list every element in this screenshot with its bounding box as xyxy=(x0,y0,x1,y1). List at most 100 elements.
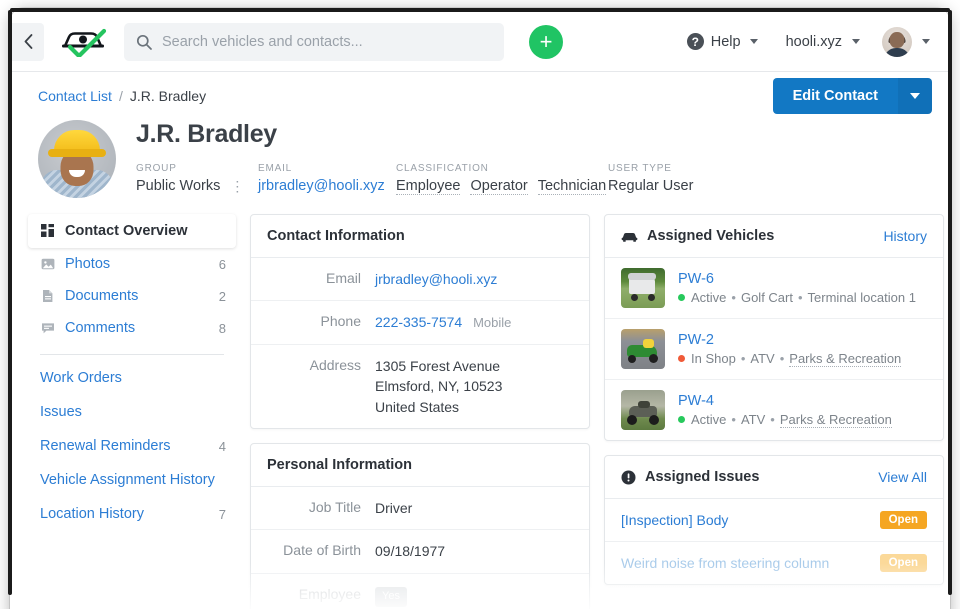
sidebar-label-issues: Issues xyxy=(40,404,82,420)
phone-link[interactable]: 222-335-7574 xyxy=(375,314,462,330)
row-label-date-of-birth: Date of Birth xyxy=(283,542,361,559)
breadcrumb-separator: / xyxy=(118,88,123,104)
sidebar-divider xyxy=(40,354,224,355)
vehicle-meta: Active • ATV • Parks & Recreation xyxy=(678,412,892,428)
edit-contact-dropdown-button[interactable] xyxy=(898,78,932,114)
sidebar-item-work-orders[interactable]: Work Orders xyxy=(28,361,236,395)
vehicle-info: PW-4 Active • ATV • Parks & Recreation xyxy=(678,393,892,428)
issue-title[interactable]: Weird noise from steering column xyxy=(621,555,880,571)
vehicle-thumbnail xyxy=(621,329,665,369)
profile-meta-row: GROUP Public Works ⋮ EMAIL jrbradley@hoo… xyxy=(136,163,693,195)
status-badge: Open xyxy=(879,554,927,572)
vehicle-thumbnail xyxy=(621,268,665,308)
row-value-date-of-birth: 09/18/1977 xyxy=(375,543,446,560)
profile-info: J.R. Bradley GROUP Public Works ⋮ EMAIL … xyxy=(136,118,693,198)
chevron-left-icon xyxy=(24,34,32,49)
phone-type: Mobile xyxy=(473,315,512,331)
table-row: Address 1305 Forest Avenue Elmsford, NY,… xyxy=(251,345,589,428)
vehicle-name[interactable]: PW-2 xyxy=(678,332,901,348)
vehicle-status: Active xyxy=(691,412,727,427)
search-input-container[interactable] xyxy=(124,22,504,61)
meta-separator: • xyxy=(779,351,785,366)
sidebar-item-comments[interactable]: Comments 8 xyxy=(28,312,236,344)
row-value-email[interactable]: jrbradley@hooli.xyz xyxy=(375,269,497,289)
help-menu[interactable]: ? Help xyxy=(686,33,758,50)
field-value-email[interactable]: jrbradley@hooli.xyz xyxy=(258,178,396,194)
classification-employee[interactable]: Employee xyxy=(396,178,461,195)
table-row[interactable]: PW-6 Active • Golf Cart • Terminal locat… xyxy=(605,258,943,319)
meta-separator: • xyxy=(740,351,746,366)
middle-column: Contact Information Email jrbradley@hool… xyxy=(250,214,590,609)
user-menu[interactable] xyxy=(882,26,930,57)
sidebar-count-renewal-reminders: 4 xyxy=(218,438,226,454)
sidebar-item-documents[interactable]: Documents 2 xyxy=(28,280,236,312)
chevron-down-icon xyxy=(910,93,920,99)
breadcrumb-contact-list[interactable]: Contact List xyxy=(38,88,112,104)
organization-label: hooli.xyz xyxy=(785,33,842,50)
app-logo[interactable] xyxy=(60,25,108,59)
assigned-vehicles-history-link[interactable]: History xyxy=(883,228,927,244)
add-button[interactable]: + xyxy=(529,24,563,59)
search-input[interactable] xyxy=(162,33,492,50)
sidebar-item-location-history[interactable]: Location History 7 xyxy=(28,497,236,531)
sidebar-item-renewal-reminders[interactable]: Renewal Reminders 4 xyxy=(28,429,236,463)
assigned-issues-header: Assigned Issues View All xyxy=(605,456,943,499)
row-label-phone: Phone xyxy=(320,313,361,330)
vehicle-check-logo xyxy=(62,28,107,57)
main-content: Contact Overview Photos 6 Documents 2 Co… xyxy=(12,198,948,609)
status-dot-active xyxy=(678,294,685,301)
profile-field-classification: CLASSIFICATION Employee Operator Technic… xyxy=(396,163,608,195)
vehicle-name[interactable]: PW-6 xyxy=(678,271,916,287)
table-row: Job Title Driver xyxy=(251,487,589,531)
vehicle-meta: In Shop • ATV • Parks & Recreation xyxy=(678,351,902,367)
field-label-group: GROUP xyxy=(136,163,177,174)
row-label-email: Email xyxy=(325,270,361,286)
assigned-issues-view-all-link[interactable]: View All xyxy=(878,469,927,485)
screen-root: + ? Help hooli.xyz xyxy=(0,0,960,609)
breadcrumb-current: J.R. Bradley xyxy=(129,88,207,104)
table-row[interactable]: PW-4 Active • ATV • Parks & Recreation xyxy=(605,380,943,440)
status-dot-in-shop xyxy=(678,355,685,362)
vehicle-status: In Shop xyxy=(691,351,736,366)
issue-title[interactable]: [Inspection] Body xyxy=(621,512,880,528)
organization-menu[interactable]: hooli.xyz xyxy=(786,34,860,50)
vehicle-status: Active xyxy=(691,290,727,305)
vehicle-thumbnail xyxy=(621,390,665,430)
comment-icon xyxy=(40,321,55,336)
meta-separator: • xyxy=(770,412,775,427)
chevron-down-icon xyxy=(749,39,758,44)
sidebar-item-issues[interactable]: Issues xyxy=(28,395,236,429)
right-column: Assigned Vehicles History PW-6 Active • … xyxy=(604,214,944,609)
list-item[interactable]: Weird noise from steering column Open xyxy=(605,542,943,584)
sidebar-item-photos[interactable]: Photos 6 xyxy=(28,248,236,280)
sidebar-item-contact-overview[interactable]: Contact Overview xyxy=(28,214,236,248)
classification-operator[interactable]: Operator xyxy=(470,178,528,195)
field-value-group: Public Works ⋮ xyxy=(136,178,258,194)
page-title: J.R. Bradley xyxy=(136,120,277,148)
row-label-job-title: Job Title xyxy=(308,499,361,516)
document-icon xyxy=(40,289,55,304)
table-row[interactable]: PW-2 In Shop • ATV • Parks & Recreation xyxy=(605,319,943,380)
field-value-user-type: Regular User xyxy=(608,178,694,194)
user-avatar xyxy=(882,26,912,57)
profile-field-email: EMAIL jrbradley@hooli.xyz xyxy=(258,163,396,195)
status-badge: Yes xyxy=(375,586,407,607)
vehicle-type: ATV xyxy=(750,351,775,366)
question-circle-icon: ? xyxy=(686,33,704,50)
table-row: Date of Birth 09/18/1977 xyxy=(251,530,589,574)
meta-separator: • xyxy=(731,290,736,305)
image-icon xyxy=(40,257,55,272)
vehicle-location[interactable]: Parks & Recreation xyxy=(789,351,902,367)
sidebar-label-work-orders: Work Orders xyxy=(40,370,122,386)
vehicle-info: PW-6 Active • Golf Cart • Terminal locat… xyxy=(678,271,916,305)
vehicle-location[interactable]: Parks & Recreation xyxy=(779,412,892,428)
vehicle-name[interactable]: PW-4 xyxy=(678,393,892,409)
sidebar-item-vehicle-assignment-history[interactable]: Vehicle Assignment History xyxy=(28,463,236,497)
classification-technician[interactable]: Technician xyxy=(537,178,607,195)
group-kebab-menu-icon[interactable]: ⋮ xyxy=(230,179,244,193)
chevron-down-icon xyxy=(922,39,930,44)
edit-contact-button[interactable]: Edit Contact xyxy=(772,78,898,114)
list-item[interactable]: [Inspection] Body Open xyxy=(605,499,943,542)
alert-circle-icon xyxy=(621,470,636,485)
back-button[interactable] xyxy=(12,22,44,61)
